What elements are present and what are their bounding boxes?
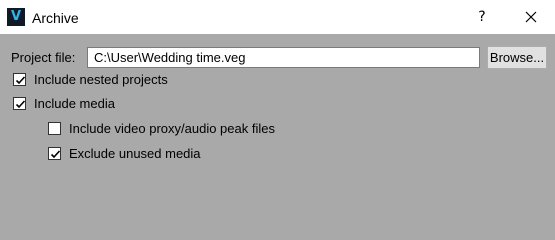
include-proxy-label: Include video proxy/audio peak files — [69, 121, 275, 136]
project-file-label: Project file: — [11, 50, 76, 65]
browse-button[interactable]: Browse... — [487, 46, 547, 69]
close-button[interactable] — [508, 0, 554, 34]
exclude-unused-media-label: Exclude unused media — [69, 146, 201, 161]
include-nested-projects-checkbox[interactable] — [13, 73, 26, 86]
include-proxy-option[interactable]: Include video proxy/audio peak files — [48, 121, 275, 136]
include-media-checkbox[interactable] — [13, 97, 26, 110]
dialog-body: Project file: C:\User\Wedding time.veg B… — [0, 34, 555, 200]
include-media-option[interactable]: Include media — [13, 96, 115, 111]
close-icon — [525, 11, 537, 23]
exclude-unused-media-option[interactable]: Exclude unused media — [48, 146, 201, 161]
title-bar: V Archive ? — [0, 0, 555, 34]
app-icon: V — [7, 8, 25, 26]
window-title: Archive — [32, 10, 79, 26]
include-nested-projects-label: Include nested projects — [34, 72, 168, 87]
checkmark-icon — [50, 150, 61, 159]
exclude-unused-media-checkbox[interactable] — [48, 147, 61, 160]
project-file-input[interactable]: C:\User\Wedding time.veg — [87, 47, 480, 68]
checkmark-icon — [15, 100, 26, 109]
help-button[interactable]: ? — [459, 0, 505, 34]
checkmark-icon — [15, 76, 26, 85]
include-proxy-checkbox[interactable] — [48, 122, 61, 135]
include-nested-projects-option[interactable]: Include nested projects — [13, 72, 168, 87]
include-media-label: Include media — [34, 96, 115, 111]
